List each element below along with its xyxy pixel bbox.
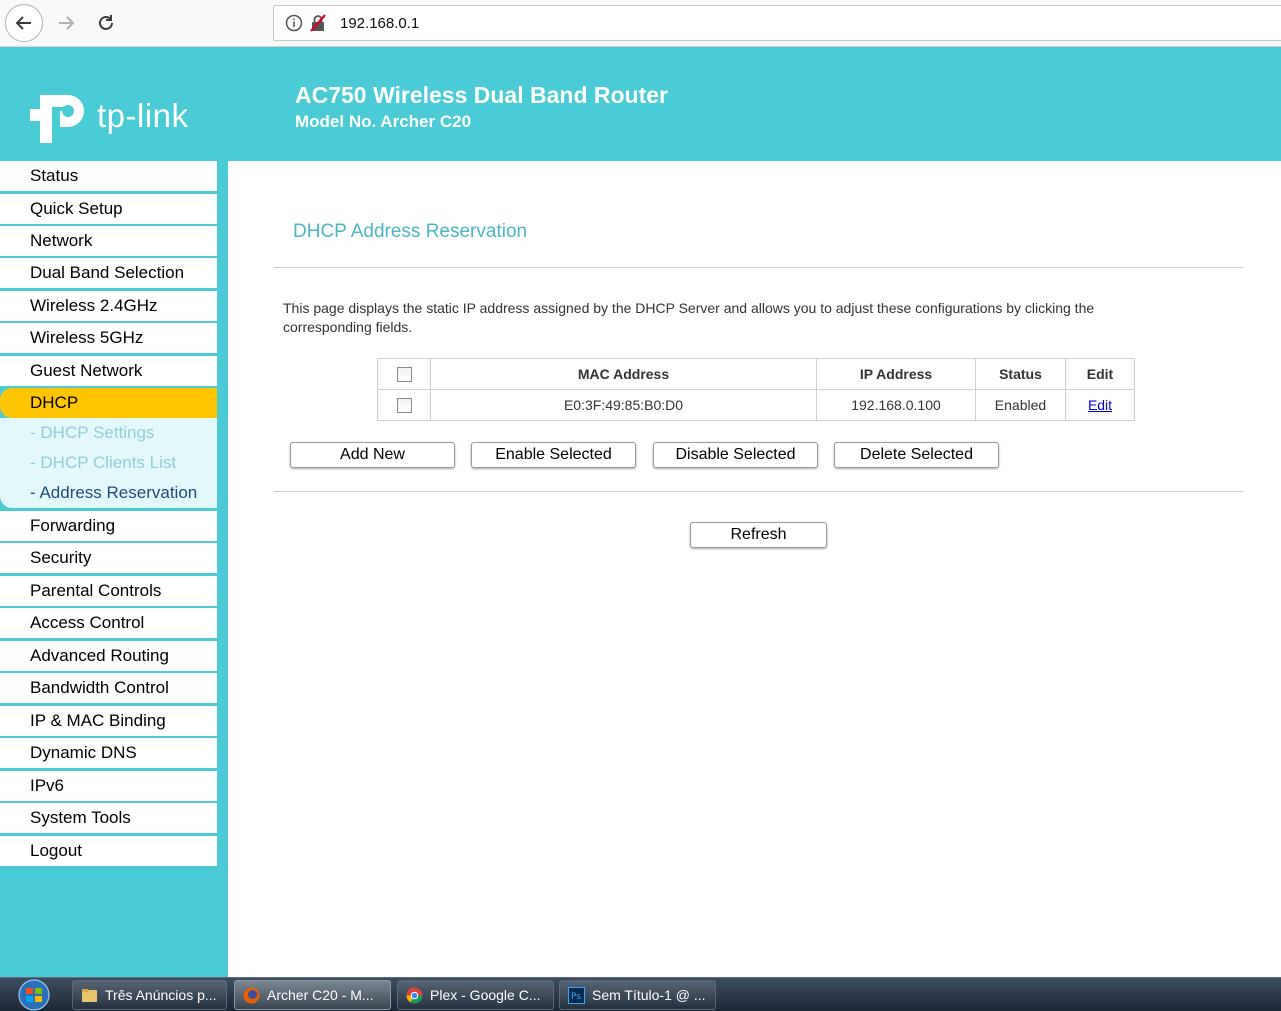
sidebar-item-network[interactable]: Network [0,226,217,256]
reservation-table: MAC Address IP Address Status Edit E0:3F… [377,358,1135,421]
taskbar-item-explorer[interactable]: Três Anúncios p... [72,980,227,1010]
sidebar-item-parental-controls[interactable]: Parental Controls [0,576,217,606]
router-header: tp-link AC750 Wireless Dual Band Router … [0,47,1281,161]
taskbar-item-label: Plex - Google C... [430,987,541,1003]
table-header-row: MAC Address IP Address Status Edit [377,358,1135,390]
page-title: DHCP Address Reservation [293,221,528,242]
submenu-item-dhcp-settings[interactable]: - DHCP Settings [30,423,154,443]
sidebar-item-logout[interactable]: Logout [0,836,217,866]
taskbar-item-label: Sem Título-1 @ ... [592,987,706,1003]
sidebar-item-wireless-24ghz[interactable]: Wireless 2.4GHz [0,291,217,321]
column-header-edit: Edit [1065,358,1135,390]
windows-start-icon[interactable] [12,979,56,1011]
reload-button[interactable] [87,4,125,42]
browser-toolbar: 192.168.0.1 [0,0,1281,47]
taskbar-item-label: Archer C20 - M... [267,987,374,1003]
info-icon[interactable] [285,14,303,32]
taskbar-item-firefox[interactable]: Archer C20 - M... [234,980,391,1010]
chrome-icon [406,987,423,1004]
refresh-button[interactable]: Refresh [690,522,827,548]
row-select-cell [377,389,431,421]
sidebar-item-status[interactable]: Status [0,161,217,191]
logo-text: tp-link [97,97,189,134]
taskbar-item-photoshop[interactable]: Ps Sem Título-1 @ ... [559,980,716,1010]
sidebar-item-ip-mac-binding[interactable]: IP & MAC Binding [0,706,217,736]
back-button[interactable] [5,4,43,42]
tp-link-logo-icon [30,95,84,143]
forward-arrow-icon [59,16,75,30]
sidebar-item-ipv6[interactable]: IPv6 [0,771,217,801]
column-header-mac: MAC Address [430,358,817,390]
taskbar-item-chrome[interactable]: Plex - Google C... [397,980,554,1010]
sidebar-item-dual-band-selection[interactable]: Dual Band Selection [0,258,217,288]
divider-bottom [274,491,1243,492]
taskbar-item-label: Três Anúncios p... [105,987,217,1003]
sidebar-item-guest-network[interactable]: Guest Network [0,356,217,386]
url-bar[interactable]: 192.168.0.1 [273,5,1281,41]
edit-link[interactable]: Edit [1088,397,1112,413]
sidebar-item-advanced-routing[interactable]: Advanced Routing [0,641,217,671]
column-header-ip: IP Address [816,358,976,390]
insecure-lock-icon[interactable] [309,14,327,32]
add-new-button[interactable]: Add New [290,442,455,468]
sidebar-item-dynamic-dns[interactable]: Dynamic DNS [0,738,217,768]
submenu-item-dhcp-clients-list[interactable]: - DHCP Clients List [30,453,176,473]
column-header-status: Status [975,358,1066,390]
submenu-item-address-reservation[interactable]: - Address Reservation [30,483,197,503]
sidebar-item-dhcp[interactable]: DHCP [0,388,217,418]
sidebar-item-forwarding[interactable]: Forwarding [0,511,217,541]
svg-text:Ps: Ps [571,992,581,1002]
divider-top [274,267,1243,268]
row-checkbox[interactable] [396,398,412,414]
sidebar-item-security[interactable]: Security [0,543,217,573]
sidebar-menu: Status Quick Setup Network Dual Band Sel… [0,161,228,977]
sidebar-item-access-control[interactable]: Access Control [0,608,217,638]
disable-selected-button[interactable]: Disable Selected [653,442,818,468]
photoshop-icon: Ps [568,987,585,1004]
reload-icon [99,15,113,30]
delete-selected-button[interactable]: Delete Selected [834,442,999,468]
url-text[interactable]: 192.168.0.1 [340,15,419,32]
folder-icon [82,989,97,1002]
sidebar-item-wireless-5ghz[interactable]: Wireless 5GHz [0,323,217,353]
sidebar-item-system-tools[interactable]: System Tools [0,803,217,833]
select-all-checkbox[interactable] [396,367,412,383]
back-arrow-icon [15,16,31,30]
table-row: E0:3F:49:85:B0:D0 192.168.0.100 Enabled … [377,389,1135,421]
cell-ip: 192.168.0.100 [816,389,976,421]
dhcp-submenu: - DHCP Settings - DHCP Clients List - Ad… [0,418,217,508]
forward-button[interactable] [47,4,85,42]
sidebar-item-bandwidth-control[interactable]: Bandwidth Control [0,673,217,703]
page-description: This page displays the static IP address… [283,300,1095,335]
product-title: AC750 Wireless Dual Band Router [295,82,669,108]
enable-selected-button[interactable]: Enable Selected [471,442,636,468]
cell-mac: E0:3F:49:85:B0:D0 [430,389,817,421]
cell-status: Enabled [975,389,1066,421]
cell-edit: Edit [1065,389,1135,421]
main-content: DHCP Address Reservation This page displ… [228,161,1281,977]
firefox-icon [243,987,260,1004]
model-number: Model No. Archer C20 [295,112,472,131]
sidebar-item-quick-setup[interactable]: Quick Setup [0,194,217,224]
select-all-cell [377,358,431,390]
windows-taskbar: Três Anúncios p... Archer C20 - M... Ple… [0,977,1281,1011]
